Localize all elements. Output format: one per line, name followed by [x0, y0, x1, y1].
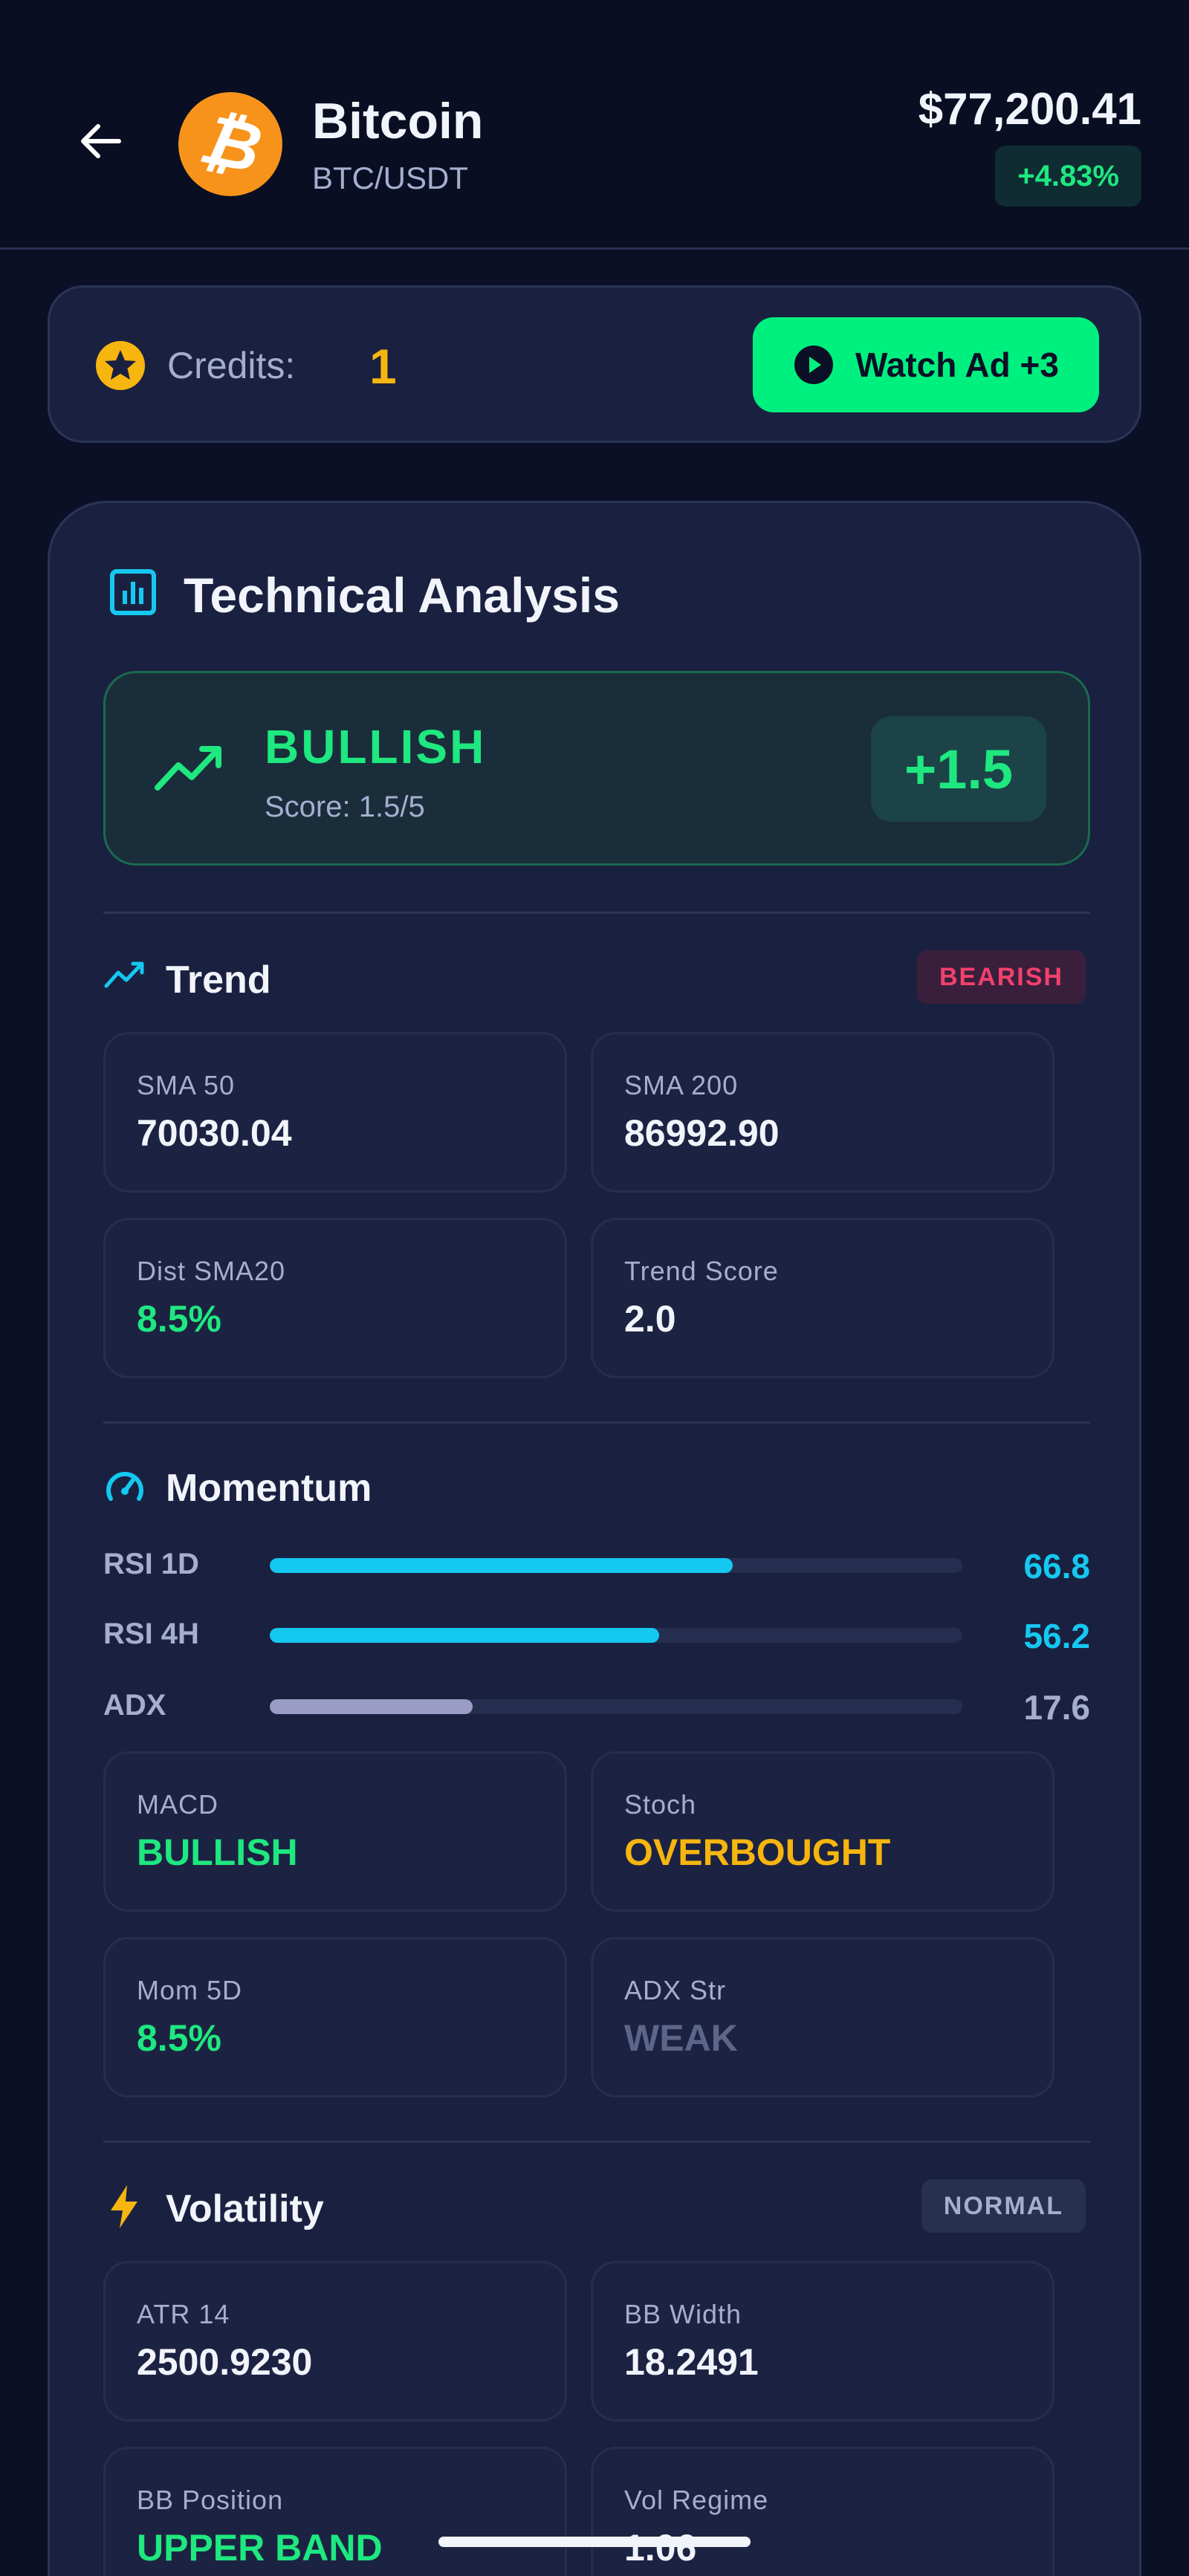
bar-value: 66.8 — [1023, 1547, 1090, 1586]
trend-title: Trend — [166, 958, 271, 1002]
metric-label: BB Width — [624, 2299, 742, 2329]
back-button[interactable] — [71, 111, 131, 171]
metric-card-atr14: ATR 14 2500.9230 — [103, 2261, 567, 2421]
metric-card-stoch: Stoch OVERBOUGHT — [591, 1751, 1054, 1912]
bar-track — [270, 1558, 962, 1573]
metric-value: UPPER BAND — [137, 2527, 383, 2569]
indicator-bar-rsi-1d: RSI 1D 66.8 — [103, 1542, 1090, 1586]
metric-label: Trend Score — [624, 1256, 779, 1286]
metric-card-bb-width: BB Width 18.2491 — [591, 2261, 1054, 2421]
metric-label: BB Position — [137, 2485, 284, 2515]
metric-value: 86992.90 — [624, 1112, 780, 1154]
metric-value: 8.5% — [137, 1298, 221, 1340]
speedometer-icon — [106, 1471, 143, 1501]
watch-ad-label: Watch Ad +3 — [855, 345, 1059, 384]
bar-label: ADX — [103, 1689, 166, 1722]
bar-track — [270, 1628, 962, 1643]
metric-card-sma50: SMA 50 70030.04 — [103, 1032, 567, 1193]
metric-label: Dist SMA20 — [137, 1256, 286, 1286]
bar-value: 17.6 — [1023, 1688, 1090, 1727]
trending-up-icon — [155, 746, 221, 791]
bar-fill — [270, 1628, 659, 1643]
arrow-left-icon — [81, 124, 121, 158]
bar-label: RSI 1D — [103, 1548, 199, 1580]
metric-label: Vol Regime — [624, 2485, 769, 2515]
momentum-title: Momentum — [166, 1467, 372, 1510]
metric-label: ATR 14 — [137, 2299, 230, 2329]
metric-value: OVERBOUGHT — [624, 1832, 891, 1873]
metric-card-vol-regime: Vol Regime 1.06 — [591, 2447, 1054, 2576]
metric-value: 18.2491 — [624, 2341, 759, 2383]
star-icon — [96, 341, 145, 390]
metric-value: 70030.04 — [137, 1112, 292, 1154]
metric-label: Mom 5D — [137, 1975, 243, 2005]
credits-value: 1 — [369, 339, 397, 394]
app-header: ₿ Bitcoin BTC/USDT $77,200.41 +4.83% — [0, 0, 1189, 250]
metric-card-adx-strength: ADX Str WEAK — [591, 1937, 1054, 2098]
metric-card-trend-score: Trend Score 2.0 — [591, 1218, 1054, 1378]
credits-label: Credits: — [167, 345, 296, 386]
metric-label: MACD — [137, 1789, 218, 1820]
metric-card-macd: MACD BULLISH — [103, 1751, 567, 1912]
coin-name: Bitcoin — [312, 93, 484, 149]
metric-value: 8.5% — [137, 2017, 221, 2059]
divider — [103, 1421, 1090, 1424]
technical-analysis-title: Technical Analysis — [184, 568, 620, 623]
metric-value: BULLISH — [137, 1832, 298, 1873]
overall-signal-box: BULLISH Score: 1.5/5 +1.5 — [103, 671, 1090, 866]
metric-card-bb-position: BB Position UPPER BAND — [103, 2447, 567, 2576]
bar-chart-icon — [110, 569, 156, 615]
play-circle-icon — [794, 345, 834, 384]
bar-value: 56.2 — [1023, 1617, 1090, 1655]
bar-fill — [270, 1558, 733, 1573]
bar-fill — [270, 1699, 473, 1714]
metric-label: Stoch — [624, 1789, 697, 1820]
coin-price: $77,200.41 — [918, 84, 1141, 134]
metric-label: SMA 200 — [624, 1070, 739, 1100]
metric-card-sma200: SMA 200 86992.90 — [591, 1032, 1054, 1193]
metric-card-mom-5d: Mom 5D 8.5% — [103, 1937, 567, 2098]
metric-label: ADX Str — [624, 1975, 727, 2005]
lightning-bolt-icon — [111, 2185, 137, 2228]
divider — [103, 2141, 1090, 2143]
metric-value: WEAK — [624, 2017, 738, 2059]
technical-analysis-card: Technical Analysis BULLISH Score: 1.5/5 … — [48, 501, 1141, 2576]
signal-score-pill: +1.5 — [871, 716, 1046, 822]
signal-label: BULLISH — [265, 720, 487, 773]
coin-pair: BTC/USDT — [312, 160, 468, 195]
price-change-badge: +4.83% — [995, 146, 1141, 207]
volatility-title: Volatility — [166, 2187, 324, 2231]
watch-ad-button[interactable]: Watch Ad +3 — [753, 317, 1099, 412]
signal-score: Score: 1.5/5 — [265, 791, 425, 823]
divider — [103, 912, 1090, 914]
home-indicator[interactable] — [438, 2537, 751, 2547]
bar-track — [270, 1699, 962, 1714]
metric-value: 2500.9230 — [137, 2341, 313, 2383]
metric-label: SMA 50 — [137, 1070, 236, 1100]
trend-status-badge: BEARISH — [916, 950, 1086, 1004]
metric-value: 1.06 — [624, 2527, 697, 2569]
indicator-bar-adx: ADX 17.6 — [103, 1683, 1090, 1727]
bitcoin-logo-icon: ₿ — [178, 92, 282, 196]
trending-up-icon — [104, 961, 144, 988]
indicator-bar-rsi-4h: RSI 4H 56.2 — [103, 1612, 1090, 1656]
volatility-status-badge: NORMAL — [921, 2179, 1086, 2233]
bar-label: RSI 4H — [103, 1618, 199, 1650]
credits-card: Credits: 1 Watch Ad +3 — [48, 285, 1141, 443]
metric-card-dist-sma20: Dist SMA20 8.5% — [103, 1218, 567, 1378]
bitcoin-glyph: ₿ — [193, 100, 268, 187]
metric-value: 2.0 — [624, 1298, 676, 1340]
